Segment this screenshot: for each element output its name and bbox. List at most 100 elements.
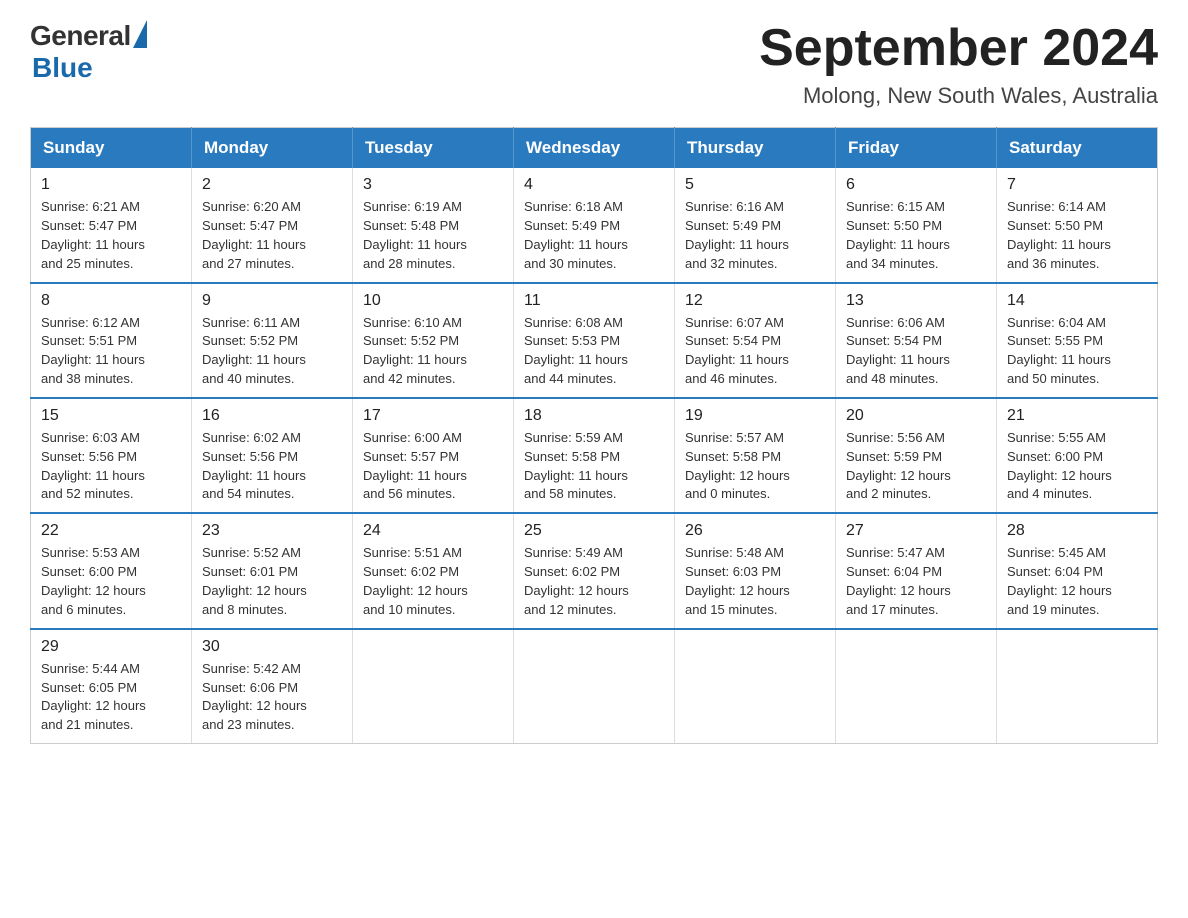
calendar-cell: 4Sunrise: 6:18 AMSunset: 5:49 PMDaylight… <box>514 168 675 282</box>
day-info: Sunrise: 5:55 AMSunset: 6:00 PMDaylight:… <box>1007 429 1147 504</box>
calendar-cell <box>514 629 675 744</box>
day-info: Sunrise: 5:44 AMSunset: 6:05 PMDaylight:… <box>41 660 181 735</box>
calendar-cell: 6 Sunrise: 6:15 AMSunset: 5:50 PMDaylight… <box>836 168 997 282</box>
day-number: 10 <box>363 292 503 310</box>
day-number: 25 <box>524 522 664 540</box>
day-number: 3 <box>363 176 503 194</box>
calendar-cell: 9 Sunrise: 6:11 AMSunset: 5:52 PMDaylight… <box>192 283 353 398</box>
day-info: Sunrise: 6:02 AMSunset: 5:56 PMDaylight:… <box>202 429 342 504</box>
day-info: Sunrise: 6:10 AMSunset: 5:52 PMDaylight:… <box>363 314 503 389</box>
week-row-1: 1 Sunrise: 6:21 AMSunset: 5:47 PMDaylight… <box>31 168 1158 282</box>
logo-general-text: General <box>30 20 131 52</box>
day-number: 30 <box>202 638 342 656</box>
day-number: 12 <box>685 292 825 310</box>
weekday-header-thursday: Thursday <box>675 128 836 169</box>
calendar-cell: 29 Sunrise: 5:44 AMSunset: 6:05 PMDayligh… <box>31 629 192 744</box>
calendar-cell <box>997 629 1158 744</box>
day-number: 15 <box>41 407 181 425</box>
day-info: Sunrise: 5:51 AMSunset: 6:02 PMDaylight:… <box>363 544 503 619</box>
calendar-cell: 25 Sunrise: 5:49 AMSunset: 6:02 PMDayligh… <box>514 513 675 628</box>
calendar-cell: 8 Sunrise: 6:12 AMSunset: 5:51 PMDaylight… <box>31 283 192 398</box>
day-number: 6 <box>846 176 986 194</box>
calendar-cell: 23 Sunrise: 5:52 AMSunset: 6:01 PMDayligh… <box>192 513 353 628</box>
day-info: Sunrise: 6:16 AMSunset: 5:49 PMDaylight:… <box>685 198 825 273</box>
day-number: 27 <box>846 522 986 540</box>
day-number: 28 <box>1007 522 1147 540</box>
day-number: 19 <box>685 407 825 425</box>
calendar-cell: 27 Sunrise: 5:47 AMSunset: 6:04 PMDayligh… <box>836 513 997 628</box>
day-number: 17 <box>363 407 503 425</box>
day-info: Sunrise: 6:03 AMSunset: 5:56 PMDaylight:… <box>41 429 181 504</box>
day-info: Sunrise: 6:15 AMSunset: 5:50 PMDaylight:… <box>846 198 986 273</box>
day-number: 24 <box>363 522 503 540</box>
day-info: Sunrise: 6:12 AMSunset: 5:51 PMDaylight:… <box>41 314 181 389</box>
day-number: 7 <box>1007 176 1147 194</box>
day-number: 13 <box>846 292 986 310</box>
day-info: Sunrise: 6:14 AMSunset: 5:50 PMDaylight:… <box>1007 198 1147 273</box>
day-number: 16 <box>202 407 342 425</box>
day-number: 23 <box>202 522 342 540</box>
day-number: 18 <box>524 407 664 425</box>
calendar-cell: 26 Sunrise: 5:48 AMSunset: 6:03 PMDayligh… <box>675 513 836 628</box>
day-number: 11 <box>524 292 664 310</box>
day-info: Sunrise: 6:18 AMSunset: 5:49 PMDaylight:… <box>524 198 664 273</box>
calendar-cell <box>836 629 997 744</box>
day-info: Sunrise: 5:48 AMSunset: 6:03 PMDaylight:… <box>685 544 825 619</box>
day-info: Sunrise: 5:45 AMSunset: 6:04 PMDaylight:… <box>1007 544 1147 619</box>
calendar-table: SundayMondayTuesdayWednesdayThursdayFrid… <box>30 127 1158 744</box>
day-info: Sunrise: 6:21 AMSunset: 5:47 PMDaylight:… <box>41 198 181 273</box>
day-info: Sunrise: 5:42 AMSunset: 6:06 PMDaylight:… <box>202 660 342 735</box>
day-number: 1 <box>41 176 181 194</box>
calendar-cell: 19 Sunrise: 5:57 AMSunset: 5:58 PMDayligh… <box>675 398 836 513</box>
calendar-title: September 2024 <box>759 20 1158 77</box>
day-number: 8 <box>41 292 181 310</box>
day-info: Sunrise: 6:20 AMSunset: 5:47 PMDaylight:… <box>202 198 342 273</box>
calendar-cell: 14Sunrise: 6:04 AMSunset: 5:55 PMDayligh… <box>997 283 1158 398</box>
week-row-5: 29 Sunrise: 5:44 AMSunset: 6:05 PMDayligh… <box>31 629 1158 744</box>
day-number: 29 <box>41 638 181 656</box>
day-number: 22 <box>41 522 181 540</box>
day-number: 26 <box>685 522 825 540</box>
day-info: Sunrise: 5:57 AMSunset: 5:58 PMDaylight:… <box>685 429 825 504</box>
calendar-cell: 22Sunrise: 5:53 AMSunset: 6:00 PMDayligh… <box>31 513 192 628</box>
day-number: 2 <box>202 176 342 194</box>
day-info: Sunrise: 6:11 AMSunset: 5:52 PMDaylight:… <box>202 314 342 389</box>
day-number: 21 <box>1007 407 1147 425</box>
weekday-header-friday: Friday <box>836 128 997 169</box>
calendar-cell: 16 Sunrise: 6:02 AMSunset: 5:56 PMDayligh… <box>192 398 353 513</box>
day-info: Sunrise: 6:06 AMSunset: 5:54 PMDaylight:… <box>846 314 986 389</box>
day-info: Sunrise: 5:49 AMSunset: 6:02 PMDaylight:… <box>524 544 664 619</box>
day-info: Sunrise: 5:47 AMSunset: 6:04 PMDaylight:… <box>846 544 986 619</box>
day-info: Sunrise: 5:56 AMSunset: 5:59 PMDaylight:… <box>846 429 986 504</box>
day-number: 9 <box>202 292 342 310</box>
calendar-cell: 10 Sunrise: 6:10 AMSunset: 5:52 PMDayligh… <box>353 283 514 398</box>
title-section: September 2024 Molong, New South Wales, … <box>759 20 1158 109</box>
calendar-cell <box>353 629 514 744</box>
calendar-cell: 20Sunrise: 5:56 AMSunset: 5:59 PMDayligh… <box>836 398 997 513</box>
calendar-cell: 1 Sunrise: 6:21 AMSunset: 5:47 PMDaylight… <box>31 168 192 282</box>
calendar-cell <box>675 629 836 744</box>
weekday-header-sunday: Sunday <box>31 128 192 169</box>
calendar-cell: 18 Sunrise: 5:59 AMSunset: 5:58 PMDayligh… <box>514 398 675 513</box>
day-info: Sunrise: 5:59 AMSunset: 5:58 PMDaylight:… <box>524 429 664 504</box>
logo-triangle-icon <box>133 20 147 48</box>
logo: General Blue <box>30 20 147 84</box>
week-row-4: 22Sunrise: 5:53 AMSunset: 6:00 PMDayligh… <box>31 513 1158 628</box>
calendar-cell: 5 Sunrise: 6:16 AMSunset: 5:49 PMDaylight… <box>675 168 836 282</box>
day-number: 5 <box>685 176 825 194</box>
day-info: Sunrise: 6:08 AMSunset: 5:53 PMDaylight:… <box>524 314 664 389</box>
calendar-cell: 17 Sunrise: 6:00 AMSunset: 5:57 PMDayligh… <box>353 398 514 513</box>
calendar-cell: 13 Sunrise: 6:06 AMSunset: 5:54 PMDayligh… <box>836 283 997 398</box>
calendar-cell: 28 Sunrise: 5:45 AMSunset: 6:04 PMDayligh… <box>997 513 1158 628</box>
calendar-cell: 15 Sunrise: 6:03 AMSunset: 5:56 PMDayligh… <box>31 398 192 513</box>
calendar-cell: 21 Sunrise: 5:55 AMSunset: 6:00 PMDayligh… <box>997 398 1158 513</box>
weekday-header-wednesday: Wednesday <box>514 128 675 169</box>
day-info: Sunrise: 5:52 AMSunset: 6:01 PMDaylight:… <box>202 544 342 619</box>
calendar-cell: 12Sunrise: 6:07 AMSunset: 5:54 PMDayligh… <box>675 283 836 398</box>
weekday-header-saturday: Saturday <box>997 128 1158 169</box>
calendar-cell: 2 Sunrise: 6:20 AMSunset: 5:47 PMDaylight… <box>192 168 353 282</box>
logo-blue-text: Blue <box>32 52 93 84</box>
day-info: Sunrise: 6:00 AMSunset: 5:57 PMDaylight:… <box>363 429 503 504</box>
page-header: General Blue September 2024 Molong, New … <box>30 20 1158 109</box>
calendar-cell: 11 Sunrise: 6:08 AMSunset: 5:53 PMDayligh… <box>514 283 675 398</box>
